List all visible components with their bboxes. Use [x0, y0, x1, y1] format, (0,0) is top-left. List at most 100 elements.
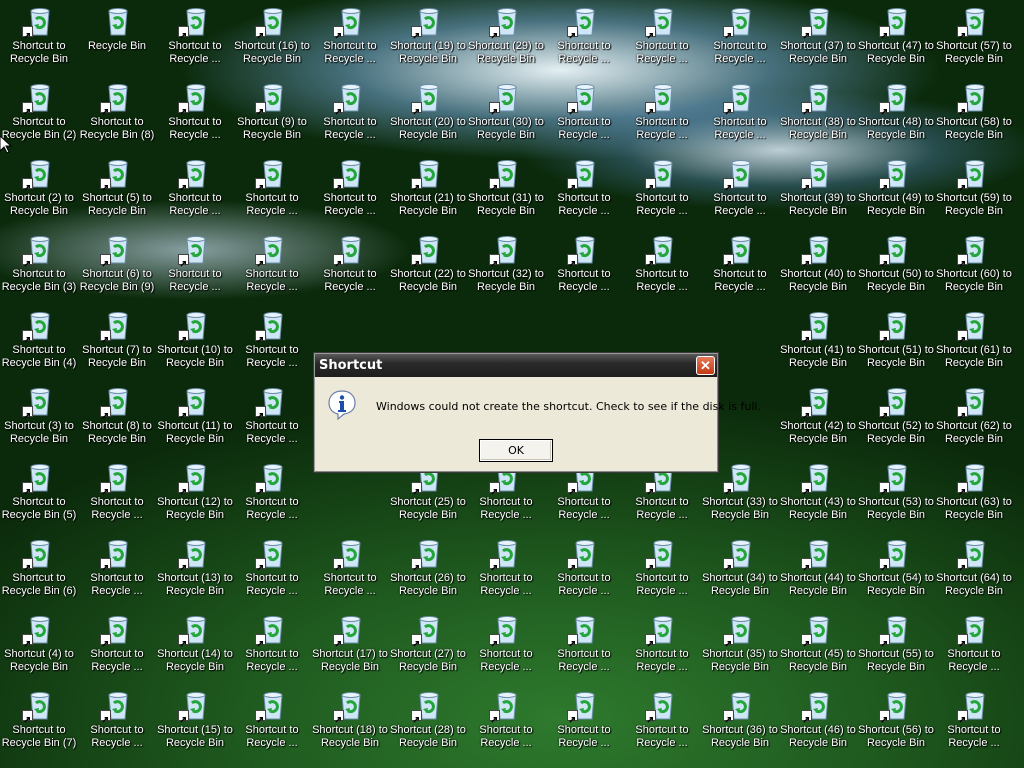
desktop-icon[interactable]: Shortcut (18) to Recycle Bin [311, 688, 389, 764]
close-button[interactable]: ✕ [696, 356, 715, 375]
desktop-icon[interactable]: Shortcut (14) to Recycle Bin [156, 612, 234, 688]
desktop-icon[interactable]: Shortcut (36) to Recycle Bin [701, 688, 779, 764]
desktop-icon[interactable]: Shortcut to Recycle ... [78, 612, 156, 688]
desktop-icon[interactable]: Shortcut to Recycle ... [156, 4, 234, 80]
desktop-icon[interactable]: Shortcut (44) to Recycle Bin [779, 536, 857, 612]
desktop-icon[interactable]: Shortcut (29) to Recycle Bin [467, 4, 545, 80]
desktop-icon[interactable]: Shortcut (22) to Recycle Bin [389, 232, 467, 308]
desktop-icon[interactable]: Shortcut (55) to Recycle Bin [857, 612, 935, 688]
desktop-icon[interactable]: Shortcut (4) to Recycle Bin [0, 612, 78, 688]
desktop-icon[interactable]: Shortcut (38) to Recycle Bin [779, 80, 857, 156]
desktop-icon[interactable]: Shortcut (54) to Recycle Bin [857, 536, 935, 612]
desktop-icon[interactable]: Shortcut to Recycle Bin (4) [0, 308, 78, 384]
desktop-icon[interactable]: Shortcut to Recycle ... [545, 612, 623, 688]
desktop-icon[interactable]: Shortcut to Recycle ... [935, 612, 1013, 688]
desktop-icon[interactable]: Shortcut (34) to Recycle Bin [701, 536, 779, 612]
desktop-icon[interactable]: Shortcut to Recycle ... [623, 232, 701, 308]
desktop-icon[interactable]: Shortcut (53) to Recycle Bin [857, 460, 935, 536]
desktop-icon[interactable]: Shortcut to Recycle ... [623, 156, 701, 232]
desktop-icon[interactable]: Shortcut to Recycle ... [156, 232, 234, 308]
desktop-icon[interactable]: Shortcut to Recycle ... [233, 536, 311, 612]
desktop-icon[interactable]: Recycle Bin [78, 4, 156, 80]
desktop-icon[interactable]: Shortcut (27) to Recycle Bin [389, 612, 467, 688]
desktop-icon[interactable]: Shortcut to Recycle ... [701, 156, 779, 232]
desktop-icon[interactable]: Shortcut (20) to Recycle Bin [389, 80, 467, 156]
desktop-icon[interactable]: Shortcut to Recycle ... [233, 384, 311, 460]
desktop-icon[interactable]: Shortcut to Recycle ... [545, 688, 623, 764]
desktop-icon[interactable]: Shortcut (32) to Recycle Bin [467, 232, 545, 308]
desktop-icon[interactable]: Shortcut to Recycle ... [545, 80, 623, 156]
desktop-icon[interactable]: Shortcut (42) to Recycle Bin [779, 384, 857, 460]
desktop-icon[interactable]: Shortcut (41) to Recycle Bin [779, 308, 857, 384]
desktop-icon[interactable]: Shortcut to Recycle ... [156, 156, 234, 232]
desktop-icon[interactable]: Shortcut (50) to Recycle Bin [857, 232, 935, 308]
desktop-icon[interactable]: Shortcut to Recycle ... [545, 4, 623, 80]
desktop-icon[interactable]: Shortcut to Recycle ... [233, 612, 311, 688]
desktop-icon[interactable]: Shortcut to Recycle Bin (7) [0, 688, 78, 764]
desktop-icon[interactable]: Shortcut to Recycle ... [545, 156, 623, 232]
desktop-icon[interactable]: Shortcut to Recycle ... [233, 232, 311, 308]
desktop-icon[interactable]: Shortcut (62) to Recycle Bin [935, 384, 1013, 460]
desktop-icon[interactable]: Shortcut to Recycle ... [311, 232, 389, 308]
desktop-icon[interactable]: Shortcut (26) to Recycle Bin [389, 536, 467, 612]
desktop-icon[interactable]: Shortcut to Recycle ... [701, 4, 779, 80]
ok-button[interactable]: OK [479, 439, 553, 462]
desktop-icon[interactable]: Shortcut to Recycle Bin [0, 4, 78, 80]
desktop-icon[interactable]: Shortcut (7) to Recycle Bin [78, 308, 156, 384]
desktop-icon[interactable]: Shortcut (40) to Recycle Bin [779, 232, 857, 308]
desktop-icon[interactable]: Shortcut (10) to Recycle Bin [156, 308, 234, 384]
desktop-icon[interactable]: Shortcut (17) to Recycle Bin [311, 612, 389, 688]
desktop-icon[interactable]: Shortcut to Recycle ... [623, 536, 701, 612]
desktop-icon[interactable]: Shortcut (28) to Recycle Bin [389, 688, 467, 764]
desktop-icon[interactable]: Shortcut (30) to Recycle Bin [467, 80, 545, 156]
desktop-icon[interactable]: Shortcut to Recycle ... [623, 4, 701, 80]
desktop-icon[interactable]: Shortcut (2) to Recycle Bin [0, 156, 78, 232]
desktop-icon[interactable]: Shortcut to Recycle ... [311, 536, 389, 612]
desktop-icon[interactable]: Shortcut (35) to Recycle Bin [701, 612, 779, 688]
desktop-icon[interactable]: Shortcut to Recycle ... [311, 4, 389, 80]
desktop-icon[interactable]: Shortcut (63) to Recycle Bin [935, 460, 1013, 536]
desktop-icon[interactable]: Shortcut (6) to Recycle Bin (9) [78, 232, 156, 308]
desktop-icon[interactable]: Shortcut (43) to Recycle Bin [779, 460, 857, 536]
desktop-icon[interactable]: Shortcut (59) to Recycle Bin [935, 156, 1013, 232]
desktop-icon[interactable]: Shortcut to Recycle ... [156, 80, 234, 156]
desktop-icon[interactable]: Shortcut to Recycle ... [78, 536, 156, 612]
desktop-icon[interactable]: Shortcut (58) to Recycle Bin [935, 80, 1013, 156]
desktop-icon[interactable]: Shortcut to Recycle ... [311, 156, 389, 232]
desktop-icon[interactable]: Shortcut to Recycle Bin (8) [78, 80, 156, 156]
desktop-icon[interactable]: Shortcut to Recycle ... [545, 536, 623, 612]
desktop-icon[interactable]: Shortcut (61) to Recycle Bin [935, 308, 1013, 384]
desktop-icon[interactable]: Shortcut to Recycle ... [233, 688, 311, 764]
desktop-icon[interactable]: Shortcut (64) to Recycle Bin [935, 536, 1013, 612]
desktop-icon[interactable]: Shortcut (56) to Recycle Bin [857, 688, 935, 764]
desktop-icon[interactable]: Shortcut to Recycle ... [701, 80, 779, 156]
desktop-icon[interactable]: Shortcut to Recycle ... [78, 688, 156, 764]
desktop-icon[interactable]: Shortcut to Recycle ... [623, 80, 701, 156]
desktop-icon[interactable]: Shortcut (8) to Recycle Bin [78, 384, 156, 460]
desktop-icon[interactable]: Shortcut (60) to Recycle Bin [935, 232, 1013, 308]
desktop-icon[interactable]: Shortcut (13) to Recycle Bin [156, 536, 234, 612]
desktop-icon[interactable]: Shortcut (5) to Recycle Bin [78, 156, 156, 232]
desktop-icon[interactable]: Shortcut (37) to Recycle Bin [779, 4, 857, 80]
desktop-icon[interactable]: Shortcut (9) to Recycle Bin [233, 80, 311, 156]
desktop-icon[interactable]: Shortcut to Recycle ... [233, 308, 311, 384]
desktop-icon[interactable]: Shortcut (51) to Recycle Bin [857, 308, 935, 384]
desktop-icon[interactable]: Shortcut to Recycle Bin (3) [0, 232, 78, 308]
desktop-icon[interactable]: Shortcut (45) to Recycle Bin [779, 612, 857, 688]
desktop-icon[interactable]: Shortcut (48) to Recycle Bin [857, 80, 935, 156]
desktop-icon[interactable]: Shortcut (39) to Recycle Bin [779, 156, 857, 232]
desktop-icon[interactable]: Shortcut to Recycle ... [545, 232, 623, 308]
desktop-icon[interactable]: Shortcut to Recycle ... [623, 688, 701, 764]
desktop-icon[interactable]: Shortcut (57) to Recycle Bin [935, 4, 1013, 80]
desktop-icon[interactable]: Shortcut (19) to Recycle Bin [389, 4, 467, 80]
desktop-icon[interactable]: Shortcut (49) to Recycle Bin [857, 156, 935, 232]
desktop-icon[interactable]: Shortcut to Recycle ... [233, 460, 311, 536]
desktop-icon[interactable]: Shortcut (15) to Recycle Bin [156, 688, 234, 764]
desktop-icon[interactable]: Shortcut to Recycle Bin (5) [0, 460, 78, 536]
desktop-icon[interactable]: Shortcut to Recycle ... [701, 232, 779, 308]
desktop-icon[interactable]: Shortcut to Recycle ... [623, 612, 701, 688]
desktop-icon[interactable]: Shortcut (46) to Recycle Bin [779, 688, 857, 764]
desktop-icon[interactable]: Shortcut to Recycle ... [311, 80, 389, 156]
desktop-icon[interactable]: Shortcut to Recycle ... [467, 612, 545, 688]
desktop-icon[interactable]: Shortcut to Recycle ... [935, 688, 1013, 764]
